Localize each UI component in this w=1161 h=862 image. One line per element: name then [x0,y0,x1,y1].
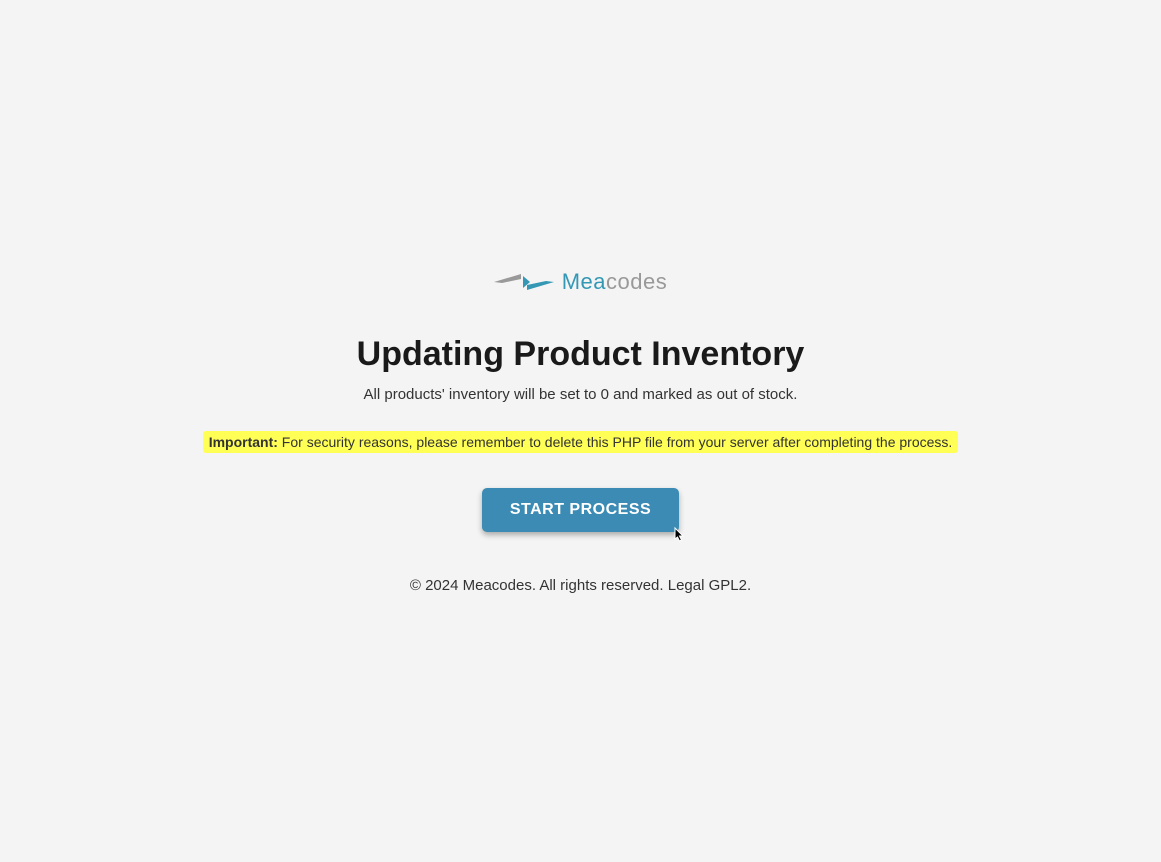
logo-brand-first: Mea [562,269,606,294]
page-subtitle: All products' inventory will be set to 0… [20,386,1141,403]
start-process-label: START PROCESS [510,501,651,518]
logo-text: Meacodes [562,269,668,295]
logo-arrows-icon [494,271,554,293]
warning-label: Important: [209,434,278,450]
warning-banner: Important: For security reasons, please … [203,431,959,453]
logo-brand-second: codes [606,269,667,294]
start-process-button[interactable]: START PROCESS [482,488,679,532]
footer-text: © 2024 Meacodes. All rights reserved. Le… [20,577,1141,594]
cursor-pointer-icon [669,526,689,546]
page-title: Updating Product Inventory [20,335,1141,374]
main-container: Meacodes Updating Product Inventory All … [0,269,1161,594]
logo: Meacodes [20,269,1141,295]
warning-text: For security reasons, please remember to… [278,434,952,450]
